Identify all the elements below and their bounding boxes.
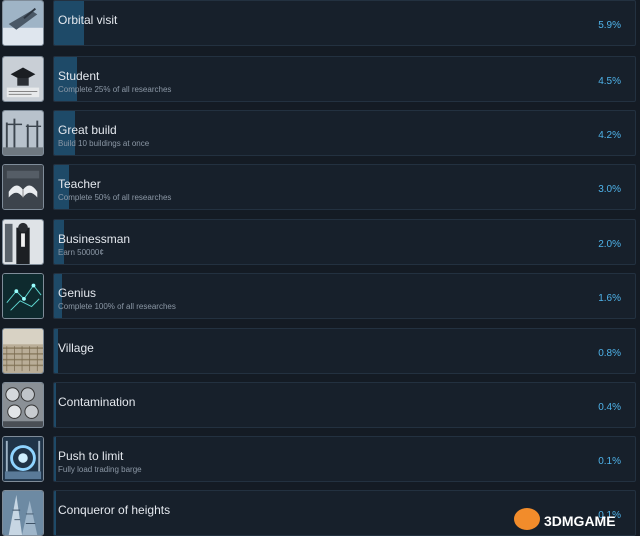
achievement-description: Complete 100% of all researches (58, 302, 176, 311)
progress-fill (54, 437, 56, 481)
achievement-card: Orbital visit 5.9% (53, 0, 636, 46)
achievement-row: Genius Complete 100% of all researches 1.6… (0, 273, 640, 319)
achievement-title: Genius (58, 286, 97, 300)
unlock-percentage: 4.5% (598, 76, 621, 87)
graduation-cap-image-icon (2, 56, 44, 102)
achievement-description: Complete 50% of all researches (58, 193, 172, 202)
achievement-title: Contamination (58, 395, 136, 409)
open-book-image-icon (2, 164, 44, 210)
achievement-card: Student Complete 25% of all researches 4.5… (53, 56, 636, 102)
achievement-row: Businessman Earn 50000¢ 2.0% (0, 219, 640, 265)
achievement-title: Businessman (58, 232, 131, 246)
achievement-row: Contamination 0.4% (0, 382, 640, 428)
achievement-description: Build 10 buildings at once (58, 139, 150, 148)
achievement-title: Teacher (58, 177, 101, 191)
achievement-description: Earn 50000¢ (58, 248, 104, 257)
skyscraper-image-icon (2, 490, 44, 536)
village-field-image-icon (2, 328, 44, 374)
reactor-image-icon (2, 436, 44, 482)
spaceship-image-icon (2, 0, 44, 46)
achievement-title: Conqueror of heights (58, 503, 171, 517)
construction-site-image-icon (2, 110, 44, 156)
achievement-title: Great build (58, 123, 117, 137)
achievement-description: Fully load trading barge (58, 465, 142, 474)
unlock-percentage: 4.2% (598, 130, 621, 141)
brain-network-image-icon (2, 273, 44, 319)
achievement-row: Orbital visit 5.9% (0, 0, 640, 46)
unlock-percentage: 0.1% (598, 456, 621, 467)
achievement-row: Great build Build 10 buildings at once 4.2… (0, 110, 640, 156)
barrels-image-icon (2, 382, 44, 428)
unlock-percentage: 0.8% (598, 348, 621, 359)
achievement-card: Contamination 0.4% (53, 382, 636, 428)
achievement-row: Teacher Complete 50% of all researches 3.0… (0, 164, 640, 210)
businessman-image-icon (2, 219, 44, 265)
achievement-title: Student (58, 69, 100, 83)
achievement-card: Genius Complete 100% of all researches 1.6… (53, 273, 636, 319)
achievement-card: Teacher Complete 50% of all researches 3.0… (53, 164, 636, 210)
watermark-text: 3DMGAME (544, 513, 616, 529)
achievement-title: Push to limit (58, 449, 124, 463)
achievement-row: Push to limit Fully load trading barge 0.1… (0, 436, 640, 482)
progress-fill (54, 491, 56, 535)
achievement-title: Orbital visit (58, 13, 118, 27)
progress-fill (54, 383, 56, 427)
unlock-percentage: 3.0% (598, 184, 621, 195)
achievement-card: Village 0.8% (53, 328, 636, 374)
watermark-logo: 3DMGAME (512, 506, 638, 534)
unlock-percentage: 0.4% (598, 402, 621, 413)
achievement-card: Great build Build 10 buildings at once 4.2… (53, 110, 636, 156)
achievement-row: Village 0.8% (0, 328, 640, 374)
achievement-title: Village (58, 341, 94, 355)
unlock-percentage: 2.0% (598, 239, 621, 250)
unlock-percentage: 1.6% (598, 293, 621, 304)
unlock-percentage: 5.9% (598, 20, 621, 31)
watermark-mascot-icon (514, 508, 540, 530)
achievement-card: Push to limit Fully load trading barge 0.1… (53, 436, 636, 482)
achievement-card: Businessman Earn 50000¢ 2.0% (53, 219, 636, 265)
achievement-description: Complete 25% of all researches (58, 85, 172, 94)
achievement-row: Student Complete 25% of all researches 4.5… (0, 56, 640, 102)
